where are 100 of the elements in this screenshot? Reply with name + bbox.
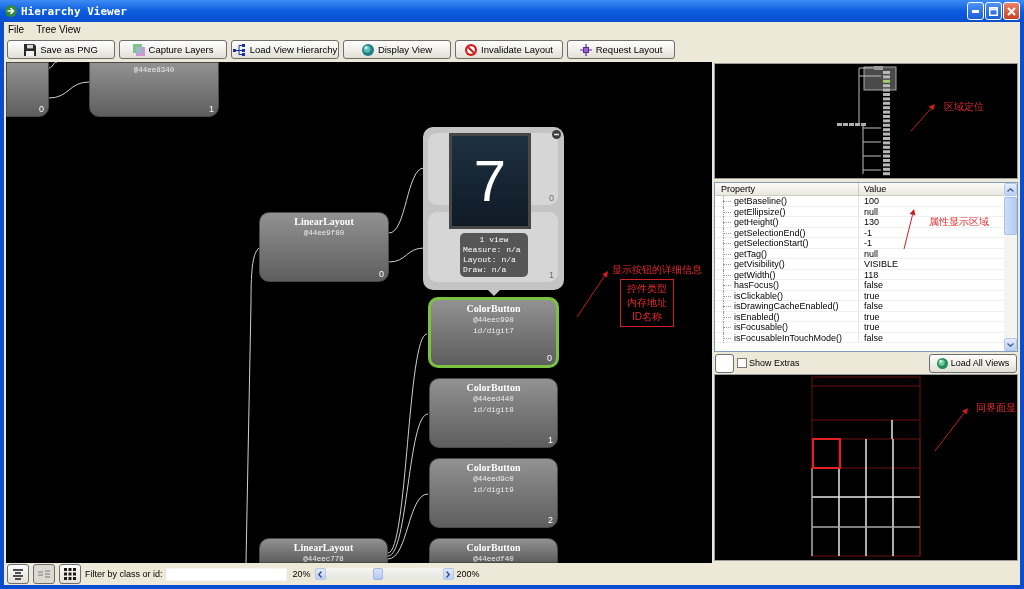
toolbar-button[interactable]: Request Layout bbox=[567, 40, 675, 59]
lines-icon bbox=[12, 568, 24, 580]
app-icon bbox=[5, 5, 17, 17]
minus-circle-icon[interactable] bbox=[552, 130, 561, 139]
property-name: isFocusable() bbox=[734, 322, 789, 332]
menu-item[interactable]: Tree View bbox=[35, 24, 82, 35]
property-value: true bbox=[864, 311, 880, 322]
property-name: getSelectionEnd() bbox=[734, 227, 806, 238]
annotation-text: 同界面显 bbox=[976, 402, 1016, 414]
property-name: getSelectionStart() bbox=[734, 238, 809, 248]
slider-thumb[interactable] bbox=[372, 568, 383, 580]
toolbar-button[interactable]: Display View bbox=[343, 40, 451, 59]
grid-icon bbox=[64, 568, 76, 580]
preview-digit: 7 bbox=[473, 152, 507, 210]
chevron-down-icon bbox=[1007, 342, 1014, 347]
view-mode-button[interactable] bbox=[7, 564, 29, 584]
overview-panel[interactable] bbox=[714, 63, 1018, 179]
info-line: 1 view bbox=[479, 235, 509, 245]
window-title: Hierarchy Viewer bbox=[21, 5, 127, 17]
property-value: -1 bbox=[864, 227, 872, 238]
property-name: hasFocus() bbox=[734, 280, 779, 290]
minimize-button[interactable] bbox=[967, 2, 984, 20]
annotation-text: 控件类型 bbox=[627, 282, 667, 296]
slider-left-button[interactable] bbox=[314, 568, 326, 580]
no-entry-icon bbox=[465, 43, 478, 56]
property-name: isFocusableInTouchMode() bbox=[734, 332, 843, 343]
toolbar-button[interactable]: Capture Layers bbox=[119, 40, 227, 59]
chevron-left-icon bbox=[318, 570, 323, 578]
connector-line bbox=[388, 167, 425, 234]
property-value: false bbox=[864, 301, 883, 311]
node-index: 1 bbox=[549, 271, 554, 280]
property-value: VISIBLE bbox=[864, 259, 899, 269]
property-name: getTag() bbox=[734, 248, 768, 259]
annotation-text: ID名称 bbox=[632, 310, 662, 324]
globe-icon bbox=[936, 357, 948, 369]
tree-canvas[interactable] bbox=[6, 62, 712, 563]
maximize-button[interactable] bbox=[985, 2, 1002, 20]
annotation-text: 区域定位 bbox=[944, 101, 984, 113]
property-value: true bbox=[864, 322, 880, 332]
annotation-arrow bbox=[933, 405, 971, 453]
scrollbar-thumb[interactable] bbox=[1004, 197, 1017, 235]
maximize-icon bbox=[989, 6, 998, 16]
tooltip-pointer bbox=[488, 290, 500, 296]
column-header[interactable]: Value bbox=[859, 183, 1004, 195]
zoom-slider[interactable] bbox=[325, 568, 443, 580]
property-value: null bbox=[864, 206, 878, 217]
blank-button[interactable] bbox=[715, 353, 734, 373]
view-mode-button[interactable] bbox=[59, 564, 81, 584]
load-all-views-button[interactable]: Load All Views bbox=[929, 353, 1017, 373]
annotation-text: 显示按钮的详细信息 bbox=[612, 264, 702, 276]
node-class-name: LinearLayout bbox=[294, 215, 354, 228]
menu-item[interactable]: File bbox=[7, 24, 26, 35]
minimize-icon bbox=[972, 9, 979, 13]
node-index: 1 bbox=[209, 105, 214, 114]
tree-diagram-icon bbox=[232, 43, 246, 56]
node-class-name: ColorButton bbox=[466, 461, 521, 474]
toolbar-button[interactable]: Save as PNG bbox=[7, 40, 115, 59]
property-name: isEnabled() bbox=[734, 311, 780, 322]
node-index: 0 bbox=[39, 105, 44, 114]
property-value: -1 bbox=[864, 238, 872, 248]
property-value: false bbox=[864, 332, 883, 343]
zoom-max-label: 200% bbox=[456, 569, 480, 579]
layout-view-panel[interactable] bbox=[714, 374, 1018, 561]
property-name: getVisibility() bbox=[734, 259, 785, 269]
node-class-name: ColorButton bbox=[466, 302, 521, 315]
property-name: getEllipsize() bbox=[734, 206, 786, 217]
checkbox-label[interactable]: Show Extras bbox=[749, 358, 800, 368]
annotation-arrow bbox=[909, 101, 938, 133]
chevron-right-icon bbox=[446, 570, 451, 578]
property-name: getBaseline() bbox=[734, 196, 788, 206]
connector-line bbox=[48, 81, 90, 99]
property-name: isDrawingCacheEnabled() bbox=[734, 301, 839, 311]
close-button[interactable] bbox=[1003, 2, 1020, 20]
column-header[interactable]: Property bbox=[715, 183, 859, 195]
checkbox[interactable] bbox=[737, 358, 747, 368]
scroll-up-button[interactable] bbox=[1004, 183, 1017, 196]
node-class-name: ColorButton bbox=[466, 541, 521, 554]
property-value: false bbox=[864, 280, 883, 290]
layers-icon bbox=[132, 43, 145, 56]
tree-node[interactable]: 0 bbox=[6, 62, 49, 117]
filter-field[interactable] bbox=[165, 567, 287, 581]
close-icon bbox=[1007, 6, 1016, 16]
node-index: 0 bbox=[549, 194, 554, 203]
property-value: null bbox=[864, 248, 878, 259]
property-value: 118 bbox=[864, 269, 879, 280]
info-line: Measure: n/a bbox=[463, 245, 522, 255]
slider-right-button[interactable] bbox=[442, 568, 454, 580]
globe-icon bbox=[361, 43, 374, 56]
connector-line bbox=[48, 62, 58, 69]
property-name: getHeight() bbox=[734, 217, 779, 227]
node-index: 1 bbox=[548, 436, 553, 445]
property-value: 130 bbox=[864, 217, 880, 227]
scroll-down-button[interactable] bbox=[1004, 338, 1017, 351]
node-index: 0 bbox=[379, 270, 384, 279]
toolbar-button[interactable]: Load View Hierarchy bbox=[231, 40, 339, 59]
filter-label: Filter by class or id: bbox=[85, 569, 163, 579]
toolbar-button[interactable]: Invalidate Layout bbox=[455, 40, 563, 59]
property-value: true bbox=[864, 290, 880, 301]
columns-icon bbox=[38, 568, 50, 580]
annotation-arrow bbox=[575, 268, 611, 319]
